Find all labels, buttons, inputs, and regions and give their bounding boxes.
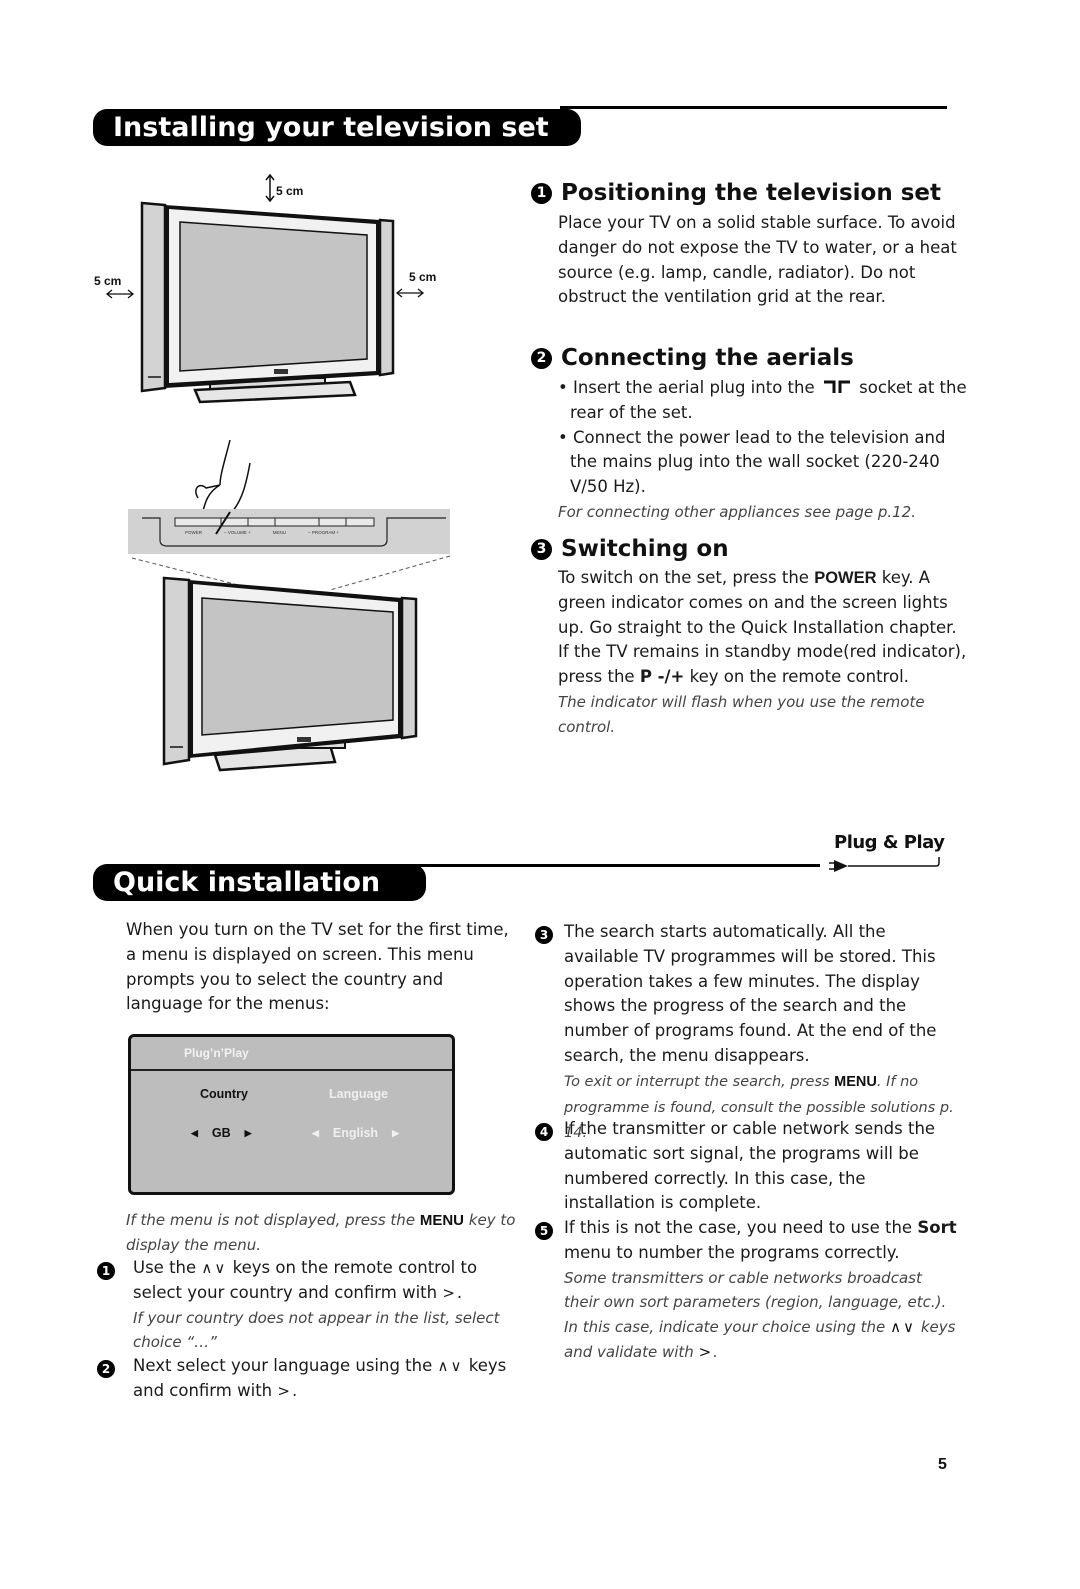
text: If the transmitter or cable network send… xyxy=(564,1119,936,1213)
aerials-text: • Insert the aerial plug into the socket… xyxy=(558,376,968,525)
quick-install-intro: When you turn on the TV set for the firs… xyxy=(126,920,509,1014)
step-number-badge: 3 xyxy=(531,538,552,560)
step-note: Some transmitters or cable networks broa… xyxy=(564,1268,956,1361)
bullet-text: Insert the aerial plug into the xyxy=(572,378,815,397)
osd-country-value: GB xyxy=(211,1126,231,1140)
positioning-heading: 1 Positioning the television set xyxy=(531,180,941,206)
up-down-keys-icon: ∧∨ xyxy=(890,1318,917,1337)
heading-text: Switching on xyxy=(561,536,729,562)
aerials-bullet-2: • Connect the power lead to the televisi… xyxy=(558,427,946,497)
quick-step-3: 3 The search starts automatically. All t… xyxy=(535,920,960,1146)
panel-button-labels: POWER − VOLUME + MENU − PROGRAM + xyxy=(185,530,365,535)
section-header-quick-installation: Quick installation xyxy=(93,864,426,901)
panel-label-power: POWER xyxy=(185,530,203,535)
text: Some transmitters or cable networks broa… xyxy=(564,1268,947,1337)
logo-text: Plug & Play xyxy=(834,832,945,853)
panel-label-program: − PROGRAM + xyxy=(308,530,340,535)
left-arrow-icon[interactable]: ◀ xyxy=(191,1128,198,1139)
step-number-badge: 1 xyxy=(97,1262,115,1280)
section-rule xyxy=(560,106,947,109)
osd-language-selector[interactable]: ◀ English ▶ xyxy=(312,1126,399,1140)
osd-divider xyxy=(131,1069,452,1071)
osd-title: Plug’n’Play xyxy=(184,1046,249,1060)
quick-step-2: 2 Next select your language using the ∧∨… xyxy=(97,1354,522,1404)
text: To switch on the set, press the xyxy=(558,568,809,587)
switching-note: The indicator will flash when you use th… xyxy=(558,692,925,736)
text: The search starts automatically. All the… xyxy=(564,922,937,1065)
aerial-socket-icon xyxy=(823,380,850,393)
osd-country-label: Country xyxy=(200,1087,248,1101)
page-number: 5 xyxy=(938,1456,947,1473)
text: If this is not the case, you need to use… xyxy=(564,1218,913,1237)
tv-clearance-illustration xyxy=(105,173,425,404)
up-down-keys-icon: ∧∨ xyxy=(201,1259,228,1277)
text: menu to number the programs correctly. xyxy=(564,1242,900,1262)
bullet-text: Connect the power lead to the television… xyxy=(570,427,946,497)
clearance-left-label: 5 cm xyxy=(94,274,122,288)
menu-key-label: MENU xyxy=(419,1212,464,1229)
menu-key-label: MENU xyxy=(834,1073,877,1090)
osd-language-label: Language xyxy=(329,1087,389,1101)
menu-note: If the menu is not displayed, press the … xyxy=(126,1208,516,1257)
positioning-text: Place your TV on a solid stable surface.… xyxy=(558,213,957,307)
plug-icon xyxy=(829,857,940,872)
right-key-icon: > xyxy=(698,1342,714,1361)
step-number-badge: 5 xyxy=(535,1222,553,1240)
step-number-badge: 2 xyxy=(531,347,552,369)
horizontal-arrow-icon xyxy=(105,289,135,299)
switching-heading: 3 Switching on xyxy=(531,536,729,562)
clearance-top-label: 5 cm xyxy=(276,184,304,198)
step-number-badge: 4 xyxy=(535,1123,553,1141)
section-title: Installing your television set xyxy=(113,112,549,143)
heading-text: Positioning the television set xyxy=(561,180,941,206)
quick-step-5: 5 If this is not the case, you need to u… xyxy=(535,1216,960,1365)
aerials-bullet-1: • Insert the aerial plug into the socket… xyxy=(558,378,967,422)
section-header-installing: Installing your television set xyxy=(93,109,581,146)
step-number-badge: 2 xyxy=(97,1360,115,1378)
up-down-keys-icon: ∧∨ xyxy=(437,1357,464,1375)
text: To exit or interrupt the search, press xyxy=(564,1073,830,1090)
left-arrow-icon[interactable]: ◀ xyxy=(312,1128,319,1139)
osd-language-value: English xyxy=(332,1126,379,1140)
plug-n-play-menu: Plug’n’Play Country Language ◀ GB ▶ ◀ En… xyxy=(128,1034,455,1195)
aerials-note: For connecting other appliances see page… xyxy=(558,502,916,521)
right-key-icon: > xyxy=(277,1381,292,1400)
panel-label-volume: − VOLUME + xyxy=(224,530,251,535)
sort-key-label: Sort xyxy=(917,1218,957,1237)
plug-and-play-logo: Plug & Play xyxy=(834,832,945,853)
text: Next select your language using the xyxy=(133,1356,433,1375)
horizontal-arrow-icon xyxy=(395,288,425,298)
right-key-icon: > xyxy=(442,1283,457,1302)
clearance-right-label: 5 cm xyxy=(409,270,437,284)
switching-text: To switch on the set, press the POWER ke… xyxy=(558,566,968,740)
step-note: If your country does not appear in the l… xyxy=(133,1308,500,1352)
p-key-label: P -/+ xyxy=(639,667,685,687)
text: If the menu is not displayed, press the xyxy=(126,1211,416,1229)
step-number-badge: 3 xyxy=(535,926,553,944)
section-title: Quick installation xyxy=(113,867,381,898)
control-panel-illustration xyxy=(128,439,451,772)
panel-label-menu: MENU xyxy=(272,530,287,535)
heading-text: Connecting the aerials xyxy=(561,345,854,371)
text: Use the xyxy=(133,1258,197,1277)
step-number-badge: 1 xyxy=(531,182,552,204)
osd-country-selector[interactable]: ◀ GB ▶ xyxy=(191,1126,252,1140)
text: key on the remote control. xyxy=(689,667,909,687)
section-rule xyxy=(405,864,820,867)
quick-step-1: 1 Use the ∧∨ keys on the remote control … xyxy=(97,1256,522,1355)
quick-step-4: 4 If the transmitter or cable network se… xyxy=(535,1117,960,1216)
aerials-heading: 2 Connecting the aerials xyxy=(531,345,854,371)
power-key-label: POWER xyxy=(814,569,877,587)
vertical-arrow-icon xyxy=(265,173,275,203)
right-arrow-icon[interactable]: ▶ xyxy=(245,1128,252,1139)
right-arrow-icon[interactable]: ▶ xyxy=(392,1128,399,1139)
